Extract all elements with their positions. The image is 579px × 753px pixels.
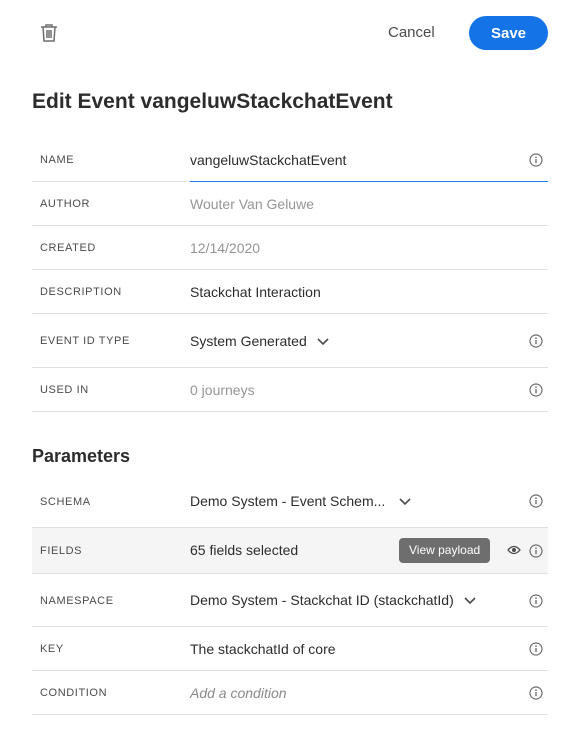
info-icon[interactable] <box>529 642 543 656</box>
schema-value: Demo System - Event Schem... <box>190 493 386 509</box>
schema-label: SCHEMA <box>40 496 91 508</box>
info-icon[interactable] <box>529 594 543 608</box>
info-icon[interactable] <box>529 494 543 508</box>
used-in-value: 0 journeys <box>190 382 255 398</box>
namespace-dropdown[interactable]: Demo System - Stackchat ID (stackchatId) <box>190 592 476 608</box>
author-value: Wouter Van Geluwe <box>190 196 314 212</box>
description-input[interactable]: Stackchat Interaction <box>190 284 321 300</box>
namespace-value: Demo System - Stackchat ID (stackchatId) <box>190 592 454 608</box>
event-id-type-label: EVENT ID TYPE <box>40 335 130 347</box>
event-id-type-dropdown[interactable]: System Generated <box>190 333 329 349</box>
namespace-label: NAMESPACE <box>40 595 114 607</box>
info-icon[interactable] <box>529 334 543 348</box>
created-row: CREATED 12/14/2020 <box>32 226 548 270</box>
chevron-down-icon <box>317 338 329 346</box>
event-id-type-row: EVENT ID TYPE System Generated <box>32 314 548 368</box>
name-input[interactable]: vangeluwStackchatEvent <box>190 152 346 168</box>
condition-row: CONDITION Add a condition <box>32 671 548 715</box>
chevron-down-icon <box>399 498 411 506</box>
chevron-down-icon <box>464 597 476 605</box>
name-label: NAME <box>40 154 75 166</box>
description-row: DESCRIPTION Stackchat Interaction <box>32 270 548 314</box>
parameters-table: SCHEMA Demo System - Event Schem... FIEL… <box>32 478 548 715</box>
schema-row: SCHEMA Demo System - Event Schem... <box>32 478 548 528</box>
save-button[interactable]: Save <box>469 16 548 50</box>
used-in-label: USED IN <box>40 384 89 396</box>
info-icon[interactable] <box>529 153 543 167</box>
key-value[interactable]: The stackchatId of core <box>190 641 336 657</box>
info-icon[interactable] <box>529 544 543 558</box>
cancel-button[interactable]: Cancel <box>388 24 435 41</box>
trash-icon[interactable] <box>38 22 60 44</box>
info-icon[interactable] <box>529 383 543 397</box>
fields-label: FIELDS <box>40 545 83 557</box>
info-icon[interactable] <box>529 686 543 700</box>
description-label: DESCRIPTION <box>40 286 122 298</box>
author-label: AUTHOR <box>40 198 91 210</box>
event-id-type-value: System Generated <box>190 333 307 349</box>
key-label: KEY <box>40 643 64 655</box>
view-payload-tooltip: View payload <box>399 538 491 563</box>
schema-dropdown[interactable]: Demo System - Event Schem... <box>190 493 411 509</box>
used-in-row: USED IN 0 journeys <box>32 368 548 412</box>
namespace-row: NAMESPACE Demo System - Stackchat ID (st… <box>32 574 548 627</box>
parameters-title: Parameters <box>32 446 131 466</box>
created-label: CREATED <box>40 242 96 254</box>
top-bar: Cancel Save <box>0 0 579 66</box>
eye-icon[interactable] <box>507 544 521 556</box>
condition-label: CONDITION <box>40 687 108 699</box>
name-row: NAME vangeluwStackchatEvent <box>32 138 548 182</box>
author-row: AUTHOR Wouter Van Geluwe <box>32 182 548 226</box>
page-title: Edit Event vangeluwStackchatEvent <box>32 90 393 113</box>
event-properties-table: NAME vangeluwStackchatEvent AUTHOR Woute… <box>32 138 548 412</box>
fields-value: 65 fields selected <box>190 542 299 558</box>
created-value: 12/14/2020 <box>190 240 261 256</box>
condition-input[interactable]: Add a condition <box>190 685 287 701</box>
key-row: KEY The stackchatId of core <box>32 627 548 671</box>
